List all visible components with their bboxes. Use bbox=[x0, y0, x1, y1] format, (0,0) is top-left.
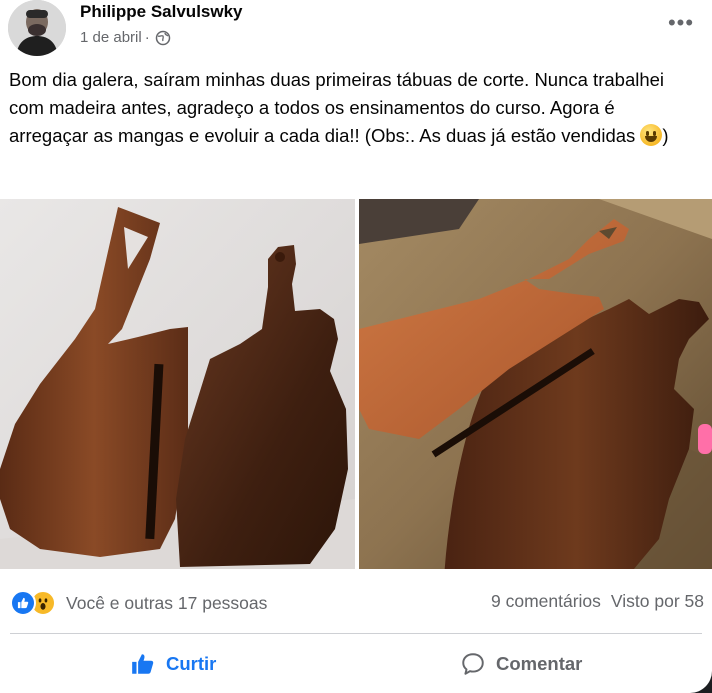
post-text: Bom dia galera, saíram minhas duas prime… bbox=[9, 66, 699, 150]
meta-separator: · bbox=[144, 29, 150, 46]
post-meta: 1 de abril · bbox=[80, 28, 171, 48]
comment-button[interactable]: Comentar bbox=[460, 640, 582, 688]
post-date[interactable]: 1 de abril bbox=[80, 28, 142, 48]
photo-cutting-boards-white-background[interactable] bbox=[0, 199, 355, 569]
photo-cutting-boards-wood-table[interactable] bbox=[359, 199, 712, 569]
avatar-photo bbox=[8, 0, 66, 56]
like-label: Curtir bbox=[166, 653, 217, 674]
more-options-icon[interactable]: ••• bbox=[664, 10, 698, 36]
author-name[interactable]: Philippe Salvulswky bbox=[80, 1, 243, 23]
post-text-main: Bom dia galera, saíram minhas duas prime… bbox=[9, 69, 665, 146]
reactions-summary[interactable]: Você e outras 17 pessoas bbox=[10, 586, 267, 620]
author-avatar[interactable] bbox=[8, 0, 66, 56]
like-reaction-icon bbox=[10, 590, 36, 616]
comments-count[interactable]: 9 comentários bbox=[491, 591, 601, 612]
reactions-text[interactable]: Você e outras 17 pessoas bbox=[66, 593, 267, 614]
thumbs-up-icon bbox=[130, 651, 156, 677]
facebook-post-card: Philippe Salvulswky 1 de abril · ••• Bom… bbox=[0, 0, 712, 693]
post-photos bbox=[0, 199, 712, 569]
post-stats: 9 comentários Visto por 58 bbox=[491, 591, 704, 612]
like-button[interactable]: Curtir bbox=[130, 640, 216, 688]
comment-bubble-icon bbox=[460, 651, 486, 677]
post-text-end: ) bbox=[662, 125, 669, 146]
globe-icon[interactable] bbox=[155, 30, 171, 46]
post-actions: Curtir Comentar bbox=[0, 640, 712, 690]
post-header: Philippe Salvulswky 1 de abril · ••• bbox=[0, 0, 712, 62]
smiling-face-emoji-icon bbox=[640, 124, 663, 146]
divider bbox=[10, 633, 702, 634]
comment-label: Comentar bbox=[496, 653, 583, 674]
views-count[interactable]: Visto por 58 bbox=[611, 591, 704, 612]
